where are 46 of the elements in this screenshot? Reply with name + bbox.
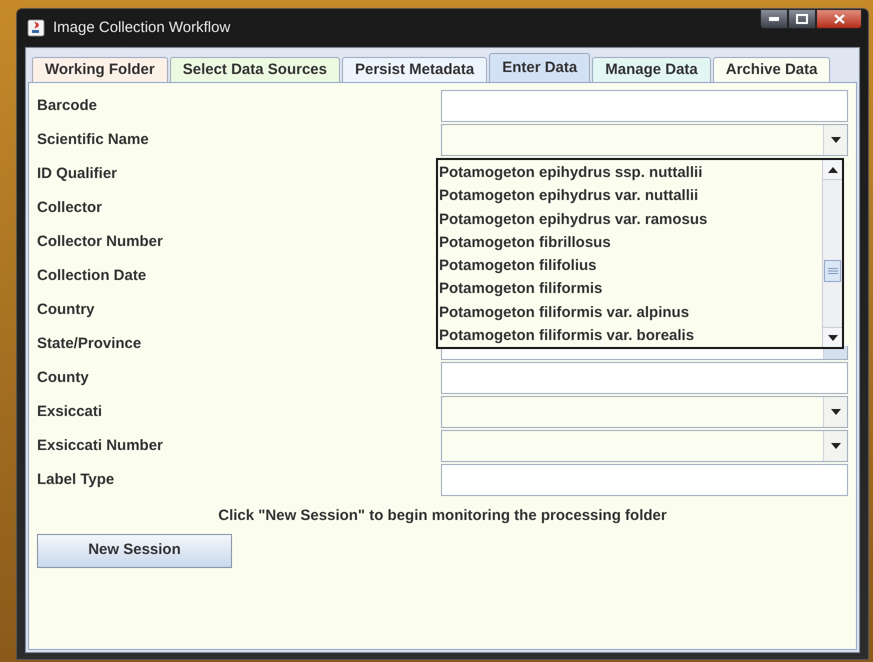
tab[interactable]: Manage Data xyxy=(592,57,711,82)
tab[interactable]: Select Data Sources xyxy=(170,57,340,82)
tab[interactable]: Archive Data xyxy=(712,57,830,82)
tab[interactable]: Enter Data xyxy=(489,53,590,82)
tab[interactable]: Working Folder xyxy=(32,57,168,82)
field-label: Collector xyxy=(37,198,102,218)
dropdown-option[interactable]: Potamogeton epihydrus var. nuttallii xyxy=(438,184,822,208)
instruction-text: Click "New Session" to begin monitoring the processing folder xyxy=(218,506,667,526)
close-icon xyxy=(834,14,844,24)
text-field[interactable] xyxy=(441,464,848,496)
minimize-icon xyxy=(769,17,779,21)
dropdown-option[interactable]: Potamogeton filiformis var. alpinus xyxy=(438,300,822,324)
field-label: Country xyxy=(37,300,94,320)
minimize-button[interactable] xyxy=(760,9,788,29)
text-field[interactable] xyxy=(441,362,848,394)
tab[interactable]: Persist Metadata xyxy=(342,57,488,82)
scrollbar-thumb[interactable] xyxy=(824,260,841,282)
dropdown-option[interactable]: Potamogeton filifolius xyxy=(438,254,822,278)
maximize-button[interactable] xyxy=(788,9,816,29)
field-label: Collection Date xyxy=(37,266,146,286)
down-arrow-icon xyxy=(830,137,840,143)
new-session-button[interactable]: New Session xyxy=(37,534,232,568)
close-button[interactable] xyxy=(816,9,862,29)
field-label: Collector Number xyxy=(37,232,163,252)
dropdown-option[interactable]: Potamogeton filiformis var. borealis xyxy=(438,324,822,347)
down-arrow-icon xyxy=(830,409,840,415)
dropdown-option[interactable]: Potamogeton epihydrus ssp. nuttallii xyxy=(438,161,822,184)
grip-icon xyxy=(828,268,838,274)
up-arrow-icon xyxy=(828,166,838,172)
field-label: Label Type xyxy=(37,470,114,490)
field-label: County xyxy=(37,368,89,388)
field-label: Exsiccati xyxy=(37,402,102,422)
window-title: Image Collection Workflow xyxy=(53,18,230,38)
field-label: State/Province xyxy=(37,334,142,354)
dropdown-option[interactable]: Potamogeton epihydrus var. ramosus xyxy=(438,208,822,231)
field-label: Scientific Name xyxy=(37,130,149,150)
field-label: Barcode xyxy=(37,96,98,116)
text-field[interactable] xyxy=(441,90,848,122)
field-label: Exsiccati Number xyxy=(37,436,163,456)
dropdown-option[interactable]: Potamogeton filiformis xyxy=(438,277,822,300)
maximize-icon xyxy=(796,14,808,24)
scrollbar[interactable] xyxy=(822,160,842,347)
down-arrow-icon xyxy=(830,443,840,449)
down-arrow-icon xyxy=(828,334,838,340)
field-label: ID Qualifier xyxy=(37,164,118,184)
dropdown-option[interactable]: Potamogeton fibrillosus xyxy=(438,230,822,254)
